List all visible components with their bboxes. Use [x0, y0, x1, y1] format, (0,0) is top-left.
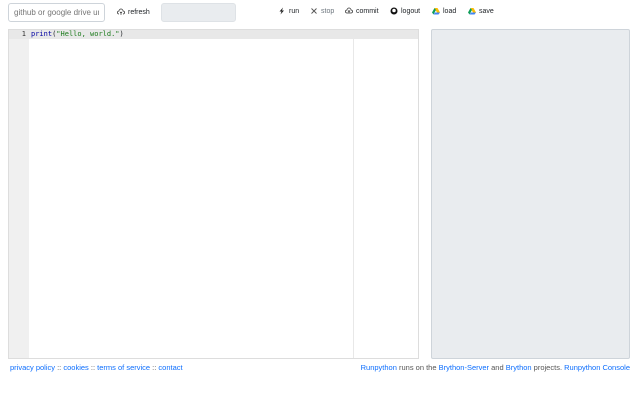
brython-server-link[interactable]: Brython-Server: [439, 363, 489, 372]
refresh-button[interactable]: refresh: [117, 6, 150, 18]
privacy-link[interactable]: privacy policy: [10, 363, 55, 372]
cloud-upload-icon: [345, 7, 353, 14]
credit-text: runs on the: [396, 363, 439, 372]
commit-button[interactable]: commit: [345, 5, 379, 17]
credit-text: and: [489, 363, 506, 372]
stop-button[interactable]: stop: [310, 5, 334, 17]
google-drive-icon: [432, 8, 440, 15]
code-paren: ): [119, 30, 124, 38]
terms-link[interactable]: terms of service: [97, 363, 150, 372]
load-button[interactable]: load: [432, 5, 456, 17]
close-icon: [311, 8, 317, 14]
print-margin: [353, 30, 354, 358]
contact-link[interactable]: contact: [158, 363, 182, 372]
credit-text: projects.: [531, 363, 565, 372]
stop-label: stop: [321, 7, 335, 15]
run-label: run: [289, 7, 300, 15]
output-console[interactable]: [431, 29, 630, 359]
status-box: [161, 3, 236, 22]
code-function: print: [31, 30, 53, 38]
save-label: save: [479, 7, 494, 15]
commit-label: commit: [356, 7, 379, 15]
footer-credits: Runpython runs on the Brython-Server and…: [361, 363, 630, 372]
google-drive-icon: [468, 8, 476, 15]
footer-links: privacy policy :: cookies :: terms of se…: [10, 363, 183, 372]
load-label: load: [443, 7, 457, 15]
cookies-link[interactable]: cookies: [63, 363, 88, 372]
console-link[interactable]: Runpython Console: [564, 363, 630, 372]
logout-label: logout: [401, 7, 421, 15]
line-gutter: [9, 30, 29, 358]
line-number: 1: [21, 30, 26, 38]
lightning-icon: [279, 7, 284, 15]
code-editor[interactable]: 1 print("Hello, world."): [8, 29, 419, 359]
separator: ::: [88, 363, 98, 372]
github-icon: [390, 7, 398, 15]
code-line[interactable]: print("Hello, world."): [31, 30, 124, 39]
run-button[interactable]: run: [278, 5, 299, 17]
brython-link[interactable]: Brython: [506, 363, 532, 372]
cloud-refresh-icon: [117, 8, 125, 15]
runpython-link[interactable]: Runpython: [361, 363, 397, 372]
logout-button[interactable]: logout: [390, 5, 420, 17]
save-button[interactable]: save: [468, 5, 494, 17]
refresh-label: refresh: [128, 8, 150, 16]
url-input[interactable]: [8, 3, 105, 22]
code-string: "Hello, world.": [56, 30, 120, 38]
